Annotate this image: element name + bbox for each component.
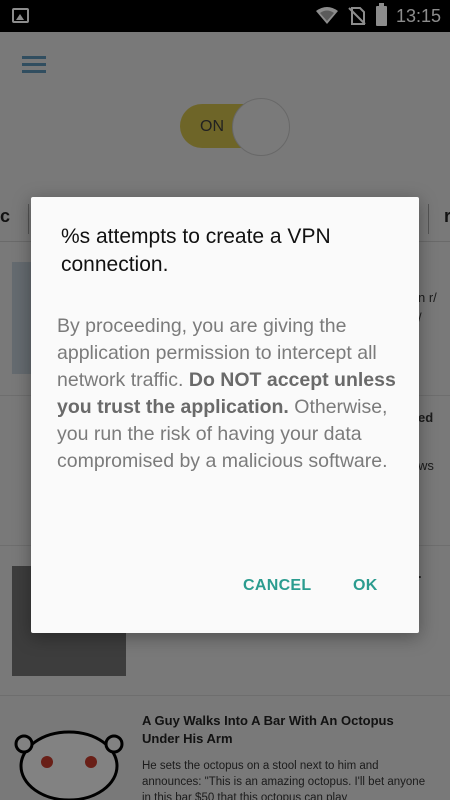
dialog-message: By proceeding, you are giving the applic…	[57, 313, 397, 475]
vpn-permission-dialog: %s attempts to create a VPN connection. …	[31, 197, 419, 633]
cancel-button[interactable]: CANCEL	[243, 577, 311, 595]
ok-button[interactable]: OK	[353, 577, 378, 595]
dialog-title: %s attempts to create a VPN connection.	[61, 225, 331, 276]
